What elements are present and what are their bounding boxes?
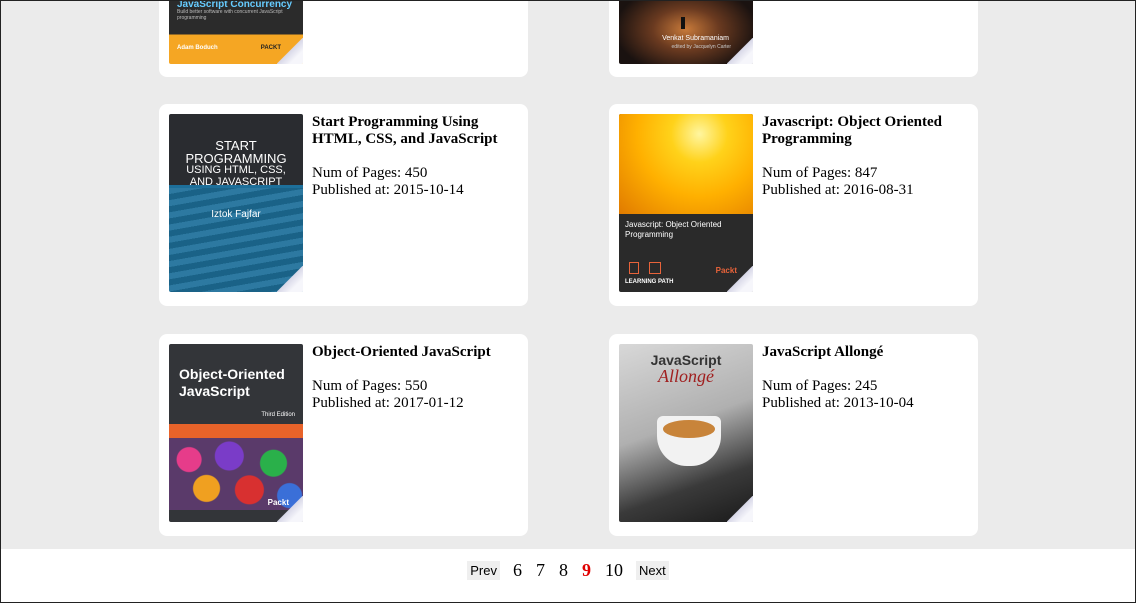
cover-author: Venkat Subramaniam xyxy=(662,35,729,42)
book-published: Published at: 2015-10-14 xyxy=(312,182,464,198)
pagination: Prev 6 7 8 9 10 Next xyxy=(0,560,1136,581)
cover-editor: edited by Jacquelyn Carter xyxy=(671,44,731,50)
book-list: JavaScript Concurrency Build better soft… xyxy=(1,1,1135,549)
book-published: Published at: 2017-01-12 xyxy=(312,395,464,411)
page-link[interactable]: 8 xyxy=(559,560,568,581)
book-cover-image[interactable]: Object-Oriented JavaScript Third Edition… xyxy=(169,344,303,522)
book-cover-image[interactable]: JavaScript Concurrency Build better soft… xyxy=(169,1,303,64)
book-pages: Num of Pages: 847 xyxy=(762,165,878,181)
book-info: Start Programming Using HTML, CSS, and J… xyxy=(312,114,517,199)
book-card[interactable]: JavaScript Concurrency Build better soft… xyxy=(159,1,528,77)
page-curl-icon xyxy=(727,266,753,292)
book-cover-image[interactable]: JavaScript Allongé xyxy=(619,344,753,522)
cover-title-line: Programming xyxy=(625,230,674,239)
book-card[interactable]: Venkat Subramaniam edited by Jacquelyn C… xyxy=(609,1,978,77)
cover-title-line: Javascript: Object Oriented xyxy=(625,220,722,229)
flower-image xyxy=(619,114,753,214)
next-button[interactable]: Next xyxy=(636,561,669,580)
book-cover-image[interactable]: START PROGRAMMING USING HTML, CSS, AND J… xyxy=(169,114,303,292)
page-curl-icon xyxy=(727,38,753,64)
book-published: Published at: 2013-10-04 xyxy=(762,395,914,411)
page-link[interactable]: 10 xyxy=(605,560,623,581)
cover-title-line: USING HTML, CSS, xyxy=(186,164,286,176)
book-title[interactable]: JavaScript Allongé xyxy=(762,344,967,361)
book-pages: Num of Pages: 450 xyxy=(312,165,428,181)
coffee-surface xyxy=(663,420,715,438)
book-pages: Num of Pages: 550 xyxy=(312,378,428,394)
cover-title-line: Object-Oriented xyxy=(179,366,285,382)
cover-stripe xyxy=(169,424,303,438)
book-card[interactable]: Javascript: Object Oriented Programming … xyxy=(609,104,978,306)
video-icon xyxy=(649,262,661,274)
book-title[interactable]: Object-Oriented JavaScript xyxy=(312,344,517,361)
page-link[interactable]: 7 xyxy=(536,560,545,581)
book-title[interactable]: Start Programming Using HTML, CSS, and J… xyxy=(312,114,517,148)
page-curl-icon xyxy=(277,38,303,64)
cover-title-line: JavaScript xyxy=(179,383,250,399)
page-curl-icon xyxy=(277,496,303,522)
cover-title-line: Allongé xyxy=(658,366,714,386)
page-link-current[interactable]: 9 xyxy=(582,560,591,581)
page-link[interactable]: 6 xyxy=(513,560,522,581)
cover-author: Iztok Fajfar xyxy=(211,209,261,220)
book-card[interactable]: JavaScript Allongé JavaScript Allongé Nu… xyxy=(609,334,978,536)
book-pages: Num of Pages: 245 xyxy=(762,378,878,394)
book-published: Published at: 2016-08-31 xyxy=(762,182,914,198)
book-cover-image[interactable]: Venkat Subramaniam edited by Jacquelyn C… xyxy=(619,1,753,64)
kayaker-silhouette xyxy=(681,17,685,29)
page-curl-icon xyxy=(277,266,303,292)
prev-button[interactable]: Prev xyxy=(467,561,500,580)
cover-title-line: AND JAVASCRIPT xyxy=(189,176,283,188)
document-icon xyxy=(629,262,639,274)
book-info: Object-Oriented JavaScript Num of Pages:… xyxy=(312,344,517,412)
page-curl-icon xyxy=(727,496,753,522)
book-card[interactable]: Object-Oriented JavaScript Third Edition… xyxy=(159,334,528,536)
book-card[interactable]: START PROGRAMMING USING HTML, CSS, AND J… xyxy=(159,104,528,306)
book-title[interactable]: Javascript: Object Oriented Programming xyxy=(762,114,967,148)
book-info: Javascript: Object Oriented Programming … xyxy=(762,114,967,199)
cover-edition: Third Edition xyxy=(261,412,295,418)
book-info: JavaScript Allongé Num of Pages: 245 Pub… xyxy=(762,344,967,412)
book-cover-image[interactable]: Javascript: Object Oriented Programming … xyxy=(619,114,753,292)
